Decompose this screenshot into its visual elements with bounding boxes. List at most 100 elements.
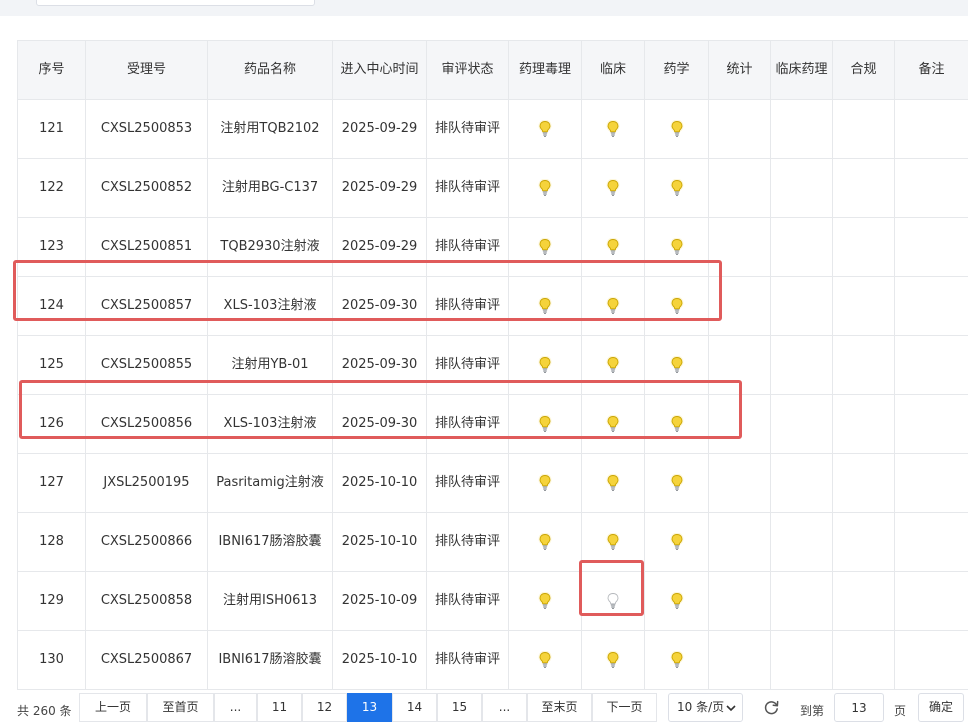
lightbulb-on-icon bbox=[606, 355, 620, 373]
pharm-tox-status-cell[interactable] bbox=[508, 571, 582, 631]
clinical-status-cell[interactable] bbox=[581, 158, 645, 218]
table-row[interactable]: 130 CXSL2500867 IBNI617肠溶胶囊 2025-10-10 排队待审评 bbox=[17, 630, 968, 690]
lightbulb-on-icon bbox=[538, 414, 552, 432]
table-row[interactable]: 124 CXSL2500857 XLS-103注射液 2025-09-30 排队待审评 bbox=[17, 276, 968, 336]
review-status-cell: 排队待审评 bbox=[426, 512, 509, 572]
row-index-cell: 124 bbox=[17, 276, 86, 336]
clin-pharm-cell bbox=[770, 394, 833, 454]
clin-pharm-cell bbox=[770, 276, 833, 336]
pharm-tox-status-cell[interactable] bbox=[508, 335, 582, 395]
accept-no-cell: CXSL2500857 bbox=[85, 276, 208, 336]
clinical-status-cell[interactable] bbox=[581, 571, 645, 631]
header-compliance: 合规 bbox=[832, 40, 895, 100]
pharm-tox-status-cell[interactable] bbox=[508, 276, 582, 336]
entry-time-cell: 2025-10-10 bbox=[332, 630, 427, 690]
review-status-cell: 排队待审评 bbox=[426, 571, 509, 631]
table-row[interactable]: 128 CXSL2500866 IBNI617肠溶胶囊 2025-10-10 排队待审评 bbox=[17, 512, 968, 572]
goto-page-input[interactable] bbox=[834, 693, 884, 722]
pharm-tox-status-cell[interactable] bbox=[508, 453, 582, 513]
table-row[interactable]: 129 CXSL2500858 注射用ISH0613 2025-10-09 排队待审评 bbox=[17, 571, 968, 631]
drug-name-cell: Pasritamig注射液 bbox=[207, 453, 333, 513]
pharm-tox-status-cell[interactable] bbox=[508, 99, 582, 159]
clinical-status-cell[interactable] bbox=[581, 630, 645, 690]
page-11-button[interactable]: 11 bbox=[257, 693, 302, 722]
clinical-status-cell[interactable] bbox=[581, 394, 645, 454]
page-14-button[interactable]: 14 bbox=[392, 693, 437, 722]
lightbulb-on-icon bbox=[606, 532, 620, 550]
chevron-down-icon bbox=[726, 705, 736, 712]
remarks-cell bbox=[894, 571, 968, 631]
clinical-status-cell[interactable] bbox=[581, 217, 645, 277]
clinical-status-cell[interactable] bbox=[581, 512, 645, 572]
row-index-cell: 128 bbox=[17, 512, 86, 572]
drug-name-cell: XLS-103注射液 bbox=[207, 394, 333, 454]
accept-no-cell: CXSL2500858 bbox=[85, 571, 208, 631]
compliance-cell bbox=[832, 453, 895, 513]
page-12-button[interactable]: 12 bbox=[302, 693, 347, 722]
lightbulb-on-icon bbox=[670, 119, 683, 137]
review-status-cell: 排队待审评 bbox=[426, 217, 509, 277]
cmc-status-cell[interactable] bbox=[644, 571, 709, 631]
last-page-button[interactable]: 至末页 bbox=[527, 693, 592, 722]
lightbulb-on-icon bbox=[670, 178, 683, 196]
page-13-button-current[interactable]: 13 bbox=[347, 693, 392, 722]
cmc-status-cell[interactable] bbox=[644, 453, 709, 513]
clinical-status-cell[interactable] bbox=[581, 99, 645, 159]
statistics-cell bbox=[708, 276, 771, 336]
lightbulb-on-icon bbox=[606, 237, 620, 255]
lightbulb-on-icon bbox=[538, 355, 552, 373]
lightbulb-on-icon bbox=[670, 414, 683, 432]
page-unit-label: 页 bbox=[894, 704, 907, 718]
cmc-status-cell[interactable] bbox=[644, 335, 709, 395]
cmc-status-cell[interactable] bbox=[644, 394, 709, 454]
header-review-status: 审评状态 bbox=[426, 40, 509, 100]
prev-page-button[interactable]: 上一页 bbox=[79, 693, 147, 722]
clinical-status-cell[interactable] bbox=[581, 335, 645, 395]
search-input[interactable] bbox=[36, 0, 315, 6]
ellipsis-left-button[interactable]: ... bbox=[214, 693, 257, 722]
entry-time-cell: 2025-09-30 bbox=[332, 276, 427, 336]
clinical-status-cell[interactable] bbox=[581, 276, 645, 336]
pharm-tox-status-cell[interactable] bbox=[508, 630, 582, 690]
remarks-cell bbox=[894, 158, 968, 218]
clin-pharm-cell bbox=[770, 571, 833, 631]
cmc-status-cell[interactable] bbox=[644, 630, 709, 690]
pharm-tox-status-cell[interactable] bbox=[508, 217, 582, 277]
page-15-button[interactable]: 15 bbox=[437, 693, 482, 722]
table-header-row: 序号 受理号 药品名称 进入中心时间 审评状态 药理毒理 临床 药学 统计 临床药理 合规 备注 bbox=[17, 40, 968, 100]
refresh-icon[interactable] bbox=[763, 699, 780, 716]
first-page-button[interactable]: 至首页 bbox=[147, 693, 214, 722]
table-row[interactable]: 127 JXSL2500195 Pasritamig注射液 2025-10-10 排队待… bbox=[17, 453, 968, 513]
table-row[interactable]: 125 CXSL2500855 注射用YB-01 2025-09-30 排队待审评 bbox=[17, 335, 968, 395]
table-row[interactable]: 121 CXSL2500853 注射用TQB2102 2025-09-29 排队待审评 bbox=[17, 99, 968, 159]
cmc-status-cell[interactable] bbox=[644, 217, 709, 277]
drug-name-cell: 注射用TQB2102 bbox=[207, 99, 333, 159]
pharm-tox-status-cell[interactable] bbox=[508, 158, 582, 218]
cmc-status-cell[interactable] bbox=[644, 158, 709, 218]
header-drug-name: 药品名称 bbox=[207, 40, 333, 100]
clinical-status-cell[interactable] bbox=[581, 453, 645, 513]
page-size-select[interactable]: 10 条/页 bbox=[668, 693, 743, 722]
accept-no-cell: CXSL2500852 bbox=[85, 158, 208, 218]
pharm-tox-status-cell[interactable] bbox=[508, 394, 582, 454]
cmc-status-cell[interactable] bbox=[644, 99, 709, 159]
drug-name-cell: TQB2930注射液 bbox=[207, 217, 333, 277]
confirm-goto-button[interactable]: 确定 bbox=[918, 693, 964, 722]
cmc-status-cell[interactable] bbox=[644, 276, 709, 336]
content-panel: 序号 受理号 药品名称 进入中心时间 审评状态 药理毒理 临床 药学 统计 临床药理 合规 备注 12… bbox=[0, 16, 968, 722]
next-page-button[interactable]: 下一页 bbox=[592, 693, 657, 722]
lightbulb-on-icon bbox=[670, 237, 683, 255]
statistics-cell bbox=[708, 217, 771, 277]
table-row[interactable]: 123 CXSL2500851 TQB2930注射液 2025-09-29 排队待审评 bbox=[17, 217, 968, 277]
table-row[interactable]: 122 CXSL2500852 注射用BG-C137 2025-09-29 排队待审评 bbox=[17, 158, 968, 218]
cmc-status-cell[interactable] bbox=[644, 512, 709, 572]
lightbulb-on-icon bbox=[670, 650, 683, 668]
drug-name-cell: IBNI617肠溶胶囊 bbox=[207, 512, 333, 572]
header-clin-pharm: 临床药理 bbox=[770, 40, 833, 100]
clin-pharm-cell bbox=[770, 99, 833, 159]
clin-pharm-cell bbox=[770, 630, 833, 690]
header-accept-no: 受理号 bbox=[85, 40, 208, 100]
table-row[interactable]: 126 CXSL2500856 XLS-103注射液 2025-09-30 排队待审评 bbox=[17, 394, 968, 454]
pharm-tox-status-cell[interactable] bbox=[508, 512, 582, 572]
ellipsis-right-button[interactable]: ... bbox=[482, 693, 527, 722]
